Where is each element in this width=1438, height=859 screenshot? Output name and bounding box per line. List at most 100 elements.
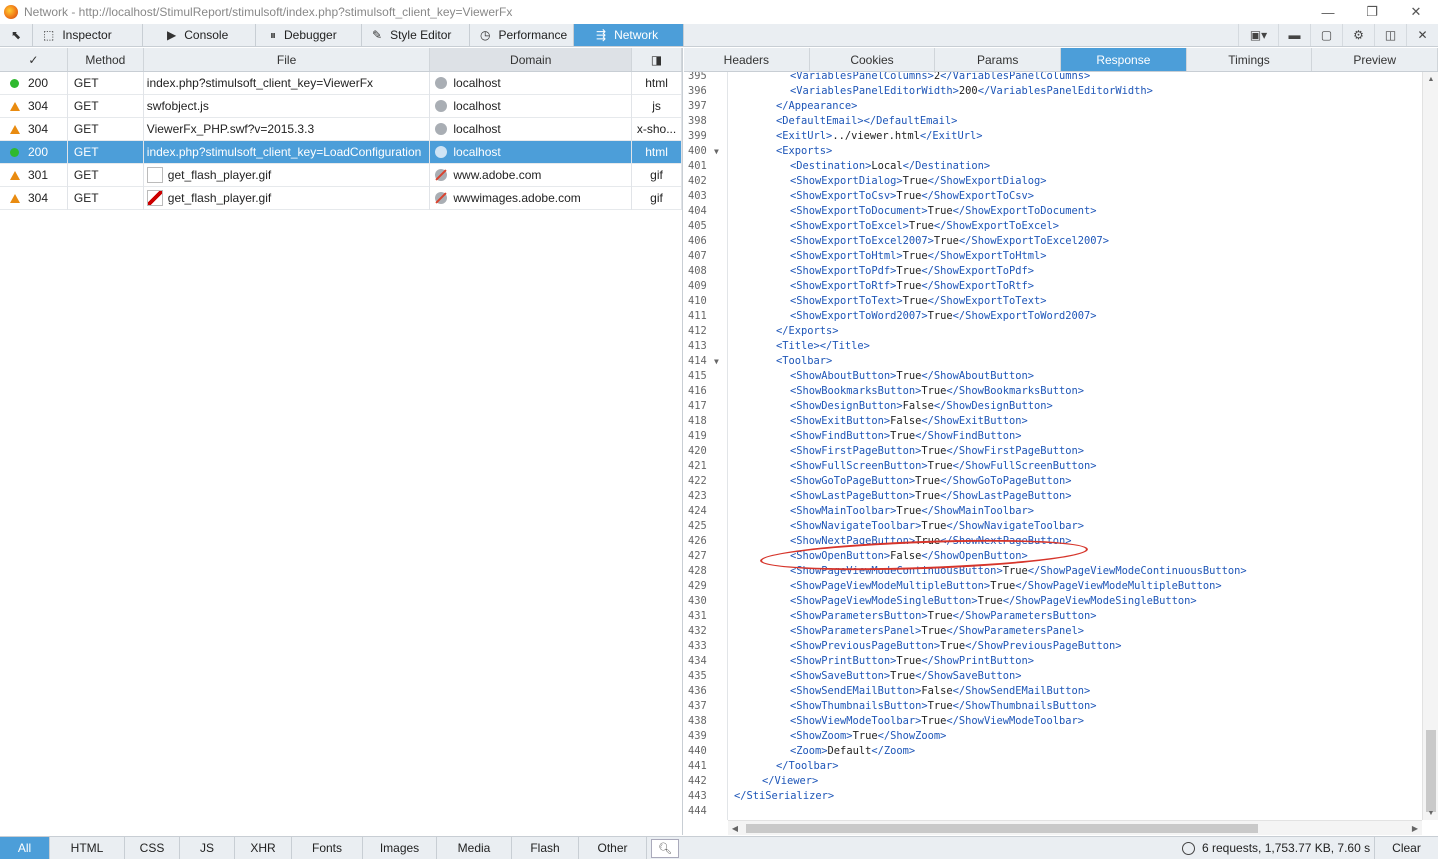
- tab-debugger[interactable]: ⏸ Debugger: [256, 24, 362, 46]
- image-thumbnail-icon: [146, 167, 163, 183]
- line-number-text: 413: [688, 340, 707, 352]
- line-number: 434: [684, 654, 728, 669]
- filter-html[interactable]: HTML: [50, 837, 125, 859]
- screenshot-icon[interactable]: ▢: [1310, 24, 1342, 46]
- toggle-sidebar-button[interactable]: ◨: [632, 48, 682, 71]
- request-row[interactable]: 200 GET index.php?stimulsoft_client_key=Vi…: [0, 71, 682, 95]
- filter-css[interactable]: CSS: [125, 837, 180, 859]
- line-number-text: 427: [688, 550, 707, 562]
- filter-fonts[interactable]: Fonts: [292, 837, 363, 859]
- xml-tag: </Toolbar>: [776, 760, 839, 772]
- tab-timings[interactable]: Timings: [1187, 48, 1313, 71]
- line-number-text: 396: [688, 85, 707, 97]
- column-file[interactable]: File: [144, 48, 431, 71]
- code-line: <ShowZoom>True</ShowZoom>: [790, 729, 946, 744]
- globe-icon: [435, 100, 448, 112]
- vertical-scrollbar[interactable]: ▲ ▼: [1422, 72, 1438, 820]
- tab-style-editor[interactable]: ✎ Style Editor: [362, 24, 470, 46]
- line-number-text: 438: [688, 715, 707, 727]
- restore-button[interactable]: ❐: [1350, 0, 1394, 24]
- xml-value: True: [977, 595, 1003, 607]
- fold-toggle-icon[interactable]: ▼: [714, 354, 719, 369]
- scroll-up-icon[interactable]: ▲: [1423, 72, 1438, 86]
- settings-icon[interactable]: ⚙: [1342, 24, 1374, 46]
- tab-cookies[interactable]: Cookies: [810, 48, 936, 71]
- tab-preview[interactable]: Preview: [1312, 48, 1438, 71]
- tab-params[interactable]: Params: [935, 48, 1062, 71]
- close-window-button[interactable]: ✕: [1394, 0, 1438, 24]
- filter-xhr[interactable]: XHR: [235, 837, 292, 859]
- fold-toggle-icon[interactable]: ▼: [714, 144, 719, 159]
- line-number: 402: [684, 174, 728, 189]
- dock-side-icon[interactable]: ◫: [1374, 24, 1406, 46]
- request-row[interactable]: 304 GET swfobject.js localhost js: [0, 94, 682, 118]
- xml-tag: </ShowExportToText>: [927, 295, 1047, 307]
- xml-value: True: [915, 475, 941, 487]
- line-number: 419: [684, 429, 728, 444]
- line-number: 444: [684, 804, 728, 819]
- line-number: 417: [684, 399, 728, 414]
- tab-response[interactable]: Response: [1061, 48, 1187, 71]
- line-number-text: 403: [688, 190, 707, 202]
- filter-js[interactable]: JS: [180, 837, 235, 859]
- filter-media[interactable]: Media: [437, 837, 512, 859]
- xml-tag: <ShowExportToWord2007>: [790, 310, 928, 322]
- xml-value: True: [852, 730, 878, 742]
- xml-tag: <ShowExportDialog>: [790, 175, 903, 187]
- filter-all[interactable]: All: [0, 837, 50, 859]
- network-icon: ⇶: [596, 28, 607, 42]
- xml-value: Default: [827, 745, 872, 757]
- type-text: html: [645, 145, 668, 159]
- xml-value: True: [927, 310, 953, 322]
- request-row[interactable]: 301 GET get_flash_player.gif www.adobe.com g…: [0, 163, 682, 187]
- scroll-right-icon[interactable]: ▶: [1408, 821, 1422, 836]
- horizontal-scroll-thumb[interactable]: [746, 824, 1258, 833]
- tab-inspector[interactable]: ⬚ Inspector: [33, 24, 143, 46]
- scroll-left-icon[interactable]: ◀: [728, 821, 742, 836]
- line-number: 415: [684, 369, 728, 384]
- code-line: <ShowMainToolbar>True</ShowMainToolbar>: [790, 504, 1034, 519]
- column-method[interactable]: Method: [68, 48, 144, 71]
- response-code-view[interactable]: 395 396 397 398 399 400 ▼ 401 402 403 404 405 406 407…: [684, 72, 1422, 820]
- line-number-text: 398: [688, 115, 707, 127]
- line-number: 407: [684, 249, 728, 264]
- xml-tag: <ShowZoom>: [790, 730, 853, 742]
- scratchpad-icon[interactable]: ▬: [1278, 24, 1310, 46]
- search-icon[interactable]: 🔍︎: [651, 839, 679, 858]
- column-domain[interactable]: Domain: [430, 48, 633, 71]
- filter-other[interactable]: Other: [579, 837, 647, 859]
- xml-tag: <ShowPageViewModeMultipleButton>: [790, 580, 991, 592]
- line-number-text: 412: [688, 325, 707, 337]
- xml-value: True: [915, 490, 941, 502]
- close-toolbox-icon[interactable]: ✕: [1406, 24, 1438, 46]
- tab-headers[interactable]: Headers: [684, 48, 810, 71]
- line-number: 430: [684, 594, 728, 609]
- scroll-down-icon[interactable]: ▼: [1423, 806, 1438, 820]
- column-status[interactable]: ✓: [0, 48, 68, 71]
- request-row[interactable]: 200 GET index.php?stimulsoft_client_key=Lo…: [0, 140, 682, 164]
- xml-value: ../viewer.html: [832, 130, 920, 142]
- line-number: 395: [684, 72, 728, 84]
- responsive-design-icon[interactable]: ▣▾: [1238, 24, 1278, 46]
- clear-button[interactable]: Clear: [1374, 837, 1438, 859]
- tab-performance[interactable]: ◷ Performance: [470, 24, 574, 46]
- xml-value: True: [940, 640, 966, 652]
- line-number: 423: [684, 489, 728, 504]
- filter-flash[interactable]: Flash: [512, 837, 579, 859]
- domain-name: localhost: [453, 99, 501, 113]
- request-row[interactable]: 304 GET get_flash_player.gif wwwimages.adob…: [0, 186, 682, 210]
- tab-console[interactable]: ▶ Console: [143, 24, 256, 46]
- horizontal-scrollbar[interactable]: ◀ ▶: [728, 820, 1422, 835]
- code-line: <VariablesPanelEditorWidth>200</Variable…: [790, 84, 1153, 99]
- filter-images[interactable]: Images: [363, 837, 437, 859]
- file-cell: get_flash_player.gif: [144, 186, 431, 210]
- line-number-text: 421: [688, 460, 707, 472]
- vertical-scroll-thumb[interactable]: [1426, 730, 1436, 812]
- tab-network[interactable]: ⇶ Network: [574, 24, 684, 46]
- element-picker-button[interactable]: ⬉: [0, 24, 33, 46]
- code-line: <ShowPrintButton>True</ShowPrintButton>: [790, 654, 1034, 669]
- request-row[interactable]: 304 GET ViewerFx_PHP.swf?v=2015.3.3 localho…: [0, 117, 682, 141]
- minimize-button[interactable]: —: [1306, 0, 1350, 24]
- line-number-text: 425: [688, 520, 707, 532]
- xml-tag: </Appearance>: [776, 100, 858, 112]
